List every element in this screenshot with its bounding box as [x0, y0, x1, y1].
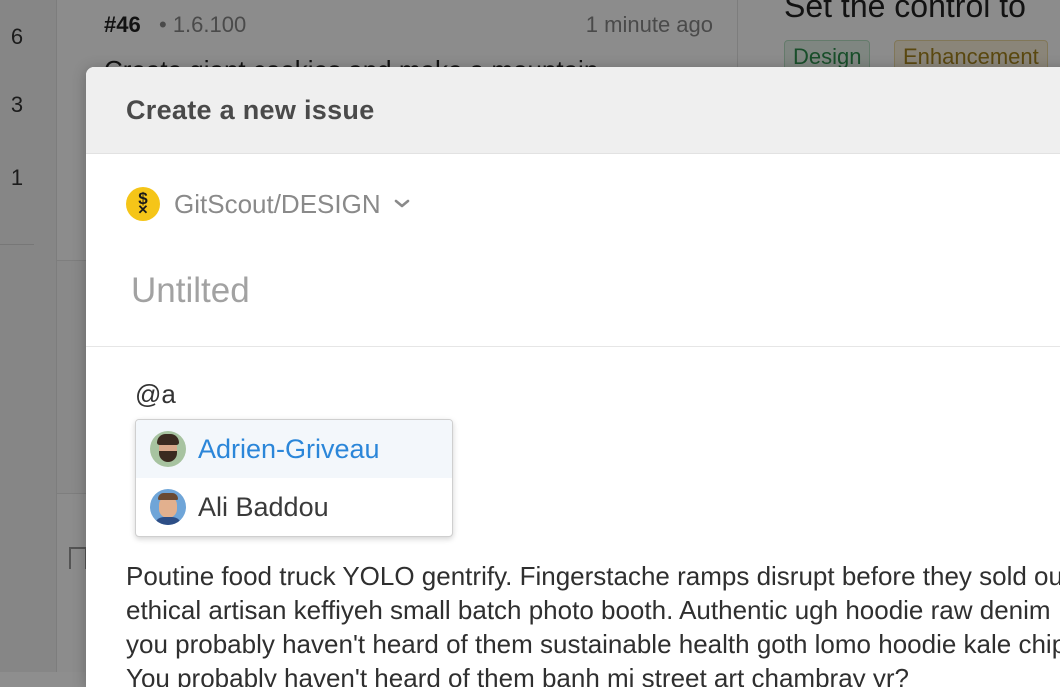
- body-line: Poutine food truck YOLO gentrify. Finger…: [126, 561, 1060, 591]
- modal-title: Create a new issue: [126, 94, 375, 125]
- avatar: [150, 489, 186, 525]
- mention-suggestions: Adrien-Griveau Ali Baddou: [135, 419, 453, 537]
- gitscout-logo-icon: $ ✕: [126, 187, 160, 221]
- mention-query[interactable]: @a: [135, 379, 176, 410]
- issue-title-input[interactable]: [126, 263, 1036, 319]
- suggestion-adrien-griveau[interactable]: Adrien-Griveau: [136, 420, 452, 478]
- suggestion-label: Adrien-Griveau: [198, 433, 380, 464]
- suggestion-ali-baddou[interactable]: Ali Baddou: [136, 478, 452, 536]
- body-line: you probably haven't heard of them susta…: [126, 629, 1060, 659]
- modal-header: Create a new issue: [86, 67, 1060, 154]
- repo-name: GitScout/DESIGN: [174, 188, 381, 219]
- chevron-down-icon: [394, 199, 409, 208]
- title-divider: [86, 346, 1060, 347]
- body-line: ethical artisan keffiyeh small batch pho…: [126, 595, 1051, 625]
- create-issue-modal: Create a new issue $ ✕ GitScout/DESIGN @…: [86, 67, 1060, 687]
- repo-selector[interactable]: $ ✕ GitScout/DESIGN: [126, 185, 411, 223]
- suggestion-label: Ali Baddou: [198, 491, 329, 522]
- body-line: You probably haven't heard of them banh …: [126, 663, 909, 687]
- issue-body-text[interactable]: Poutine food truck YOLO gentrify. Finger…: [126, 559, 1060, 687]
- avatar: [150, 431, 186, 467]
